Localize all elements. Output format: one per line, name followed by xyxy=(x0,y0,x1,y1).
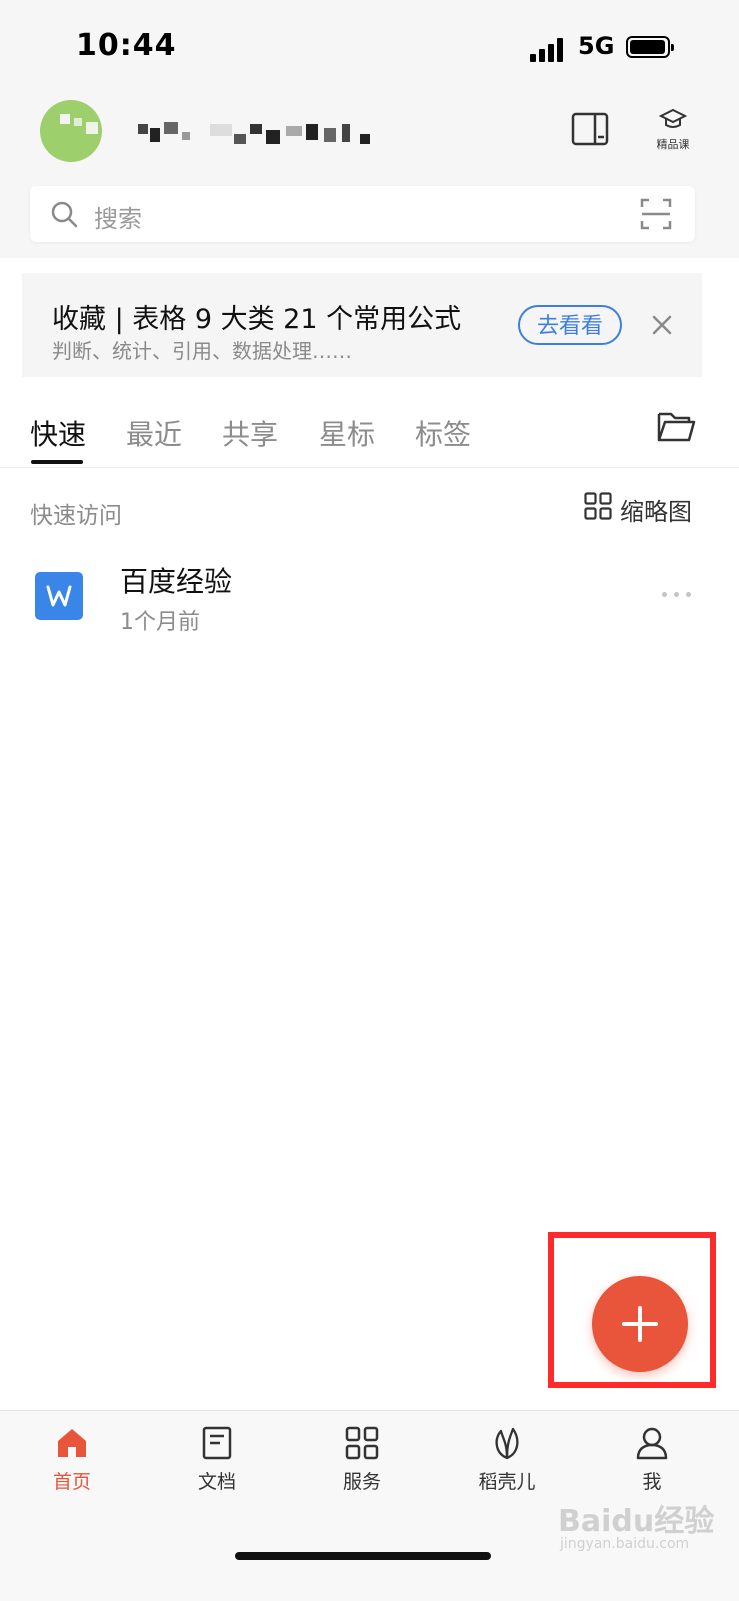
premium-course-label: 精品课 xyxy=(656,138,690,151)
tab-tags[interactable]: 标签 xyxy=(415,413,471,453)
username-blurred xyxy=(130,120,380,150)
person-icon xyxy=(636,1427,668,1460)
word-doc-icon xyxy=(35,572,83,620)
search-icon xyxy=(51,201,78,228)
active-tab-indicator xyxy=(31,460,83,464)
tab-recent[interactable]: 最近 xyxy=(126,413,182,453)
baidu-watermark: Baidu经验 xyxy=(558,1504,715,1539)
banner-action-button[interactable]: 去看看 xyxy=(518,305,622,345)
nav-home-label: 首页 xyxy=(52,1471,91,1493)
nav-docer-label: 稻壳儿 xyxy=(478,1471,536,1493)
banner-subtitle: 判断、统计、引用、数据处理…… xyxy=(52,339,352,363)
home-indicator xyxy=(235,1552,491,1560)
battery-icon xyxy=(626,36,674,58)
nav-docer[interactable]: 稻壳儿 xyxy=(462,1425,552,1505)
status-time: 10:44 xyxy=(76,28,177,63)
banner-title: 收藏 | 表格 9 大类 21 个常用公式 xyxy=(52,304,462,335)
grid-view-icon xyxy=(584,492,612,520)
premium-course-button[interactable]: 精品课 xyxy=(650,108,696,151)
folder-icon[interactable] xyxy=(656,408,696,444)
close-icon[interactable] xyxy=(650,313,674,337)
graduation-cap-icon xyxy=(658,108,688,128)
file-modified-time: 1个月前 xyxy=(120,610,200,635)
promo-banner[interactable]: 收藏 | 表格 9 大类 21 个常用公式 判断、统计、引用、数据处理…… 去看… xyxy=(22,273,702,377)
more-options-icon[interactable] xyxy=(662,592,692,602)
leaf-icon xyxy=(495,1427,519,1460)
status-bar: 10:44 5G xyxy=(0,0,739,90)
document-icon xyxy=(202,1426,232,1460)
search-bar[interactable]: 搜索 xyxy=(30,186,695,242)
nav-services-label: 服务 xyxy=(342,1471,381,1493)
thumbnail-view-label: 缩略图 xyxy=(620,498,692,526)
nav-services[interactable]: 服务 xyxy=(317,1425,407,1505)
tab-starred[interactable]: 星标 xyxy=(319,413,375,453)
nav-documents-label: 文档 xyxy=(197,1471,236,1493)
nav-home[interactable]: 首页 xyxy=(27,1425,117,1505)
file-name: 百度经验 xyxy=(120,565,233,598)
tablet-mode-button[interactable] xyxy=(571,112,609,146)
tablet-icon xyxy=(571,112,609,146)
quick-access-label: 快速访问 xyxy=(30,503,122,529)
tab-quick[interactable]: 快速 xyxy=(30,413,86,453)
baidu-watermark-url: jingyan.baidu.com xyxy=(560,1536,690,1552)
user-avatar[interactable] xyxy=(40,100,102,162)
nav-documents[interactable]: 文档 xyxy=(172,1425,262,1505)
thumbnail-view-toggle[interactable]: 缩略图 xyxy=(584,492,692,526)
search-placeholder: 搜索 xyxy=(94,205,142,233)
tab-shared[interactable]: 共享 xyxy=(222,413,278,453)
signal-strength-icon xyxy=(530,38,568,62)
home-icon xyxy=(58,1429,86,1457)
tab-bar: 快速 最近 共享 星标 标签 xyxy=(0,395,739,468)
grid-icon xyxy=(345,1426,379,1460)
network-type: 5G xyxy=(578,32,615,60)
create-new-button[interactable] xyxy=(592,1276,688,1372)
nav-me[interactable]: 我 xyxy=(607,1425,697,1505)
list-item[interactable]: 百度经验 1个月前 xyxy=(0,548,739,648)
scan-icon[interactable] xyxy=(640,198,672,230)
nav-me-label: 我 xyxy=(642,1471,662,1493)
